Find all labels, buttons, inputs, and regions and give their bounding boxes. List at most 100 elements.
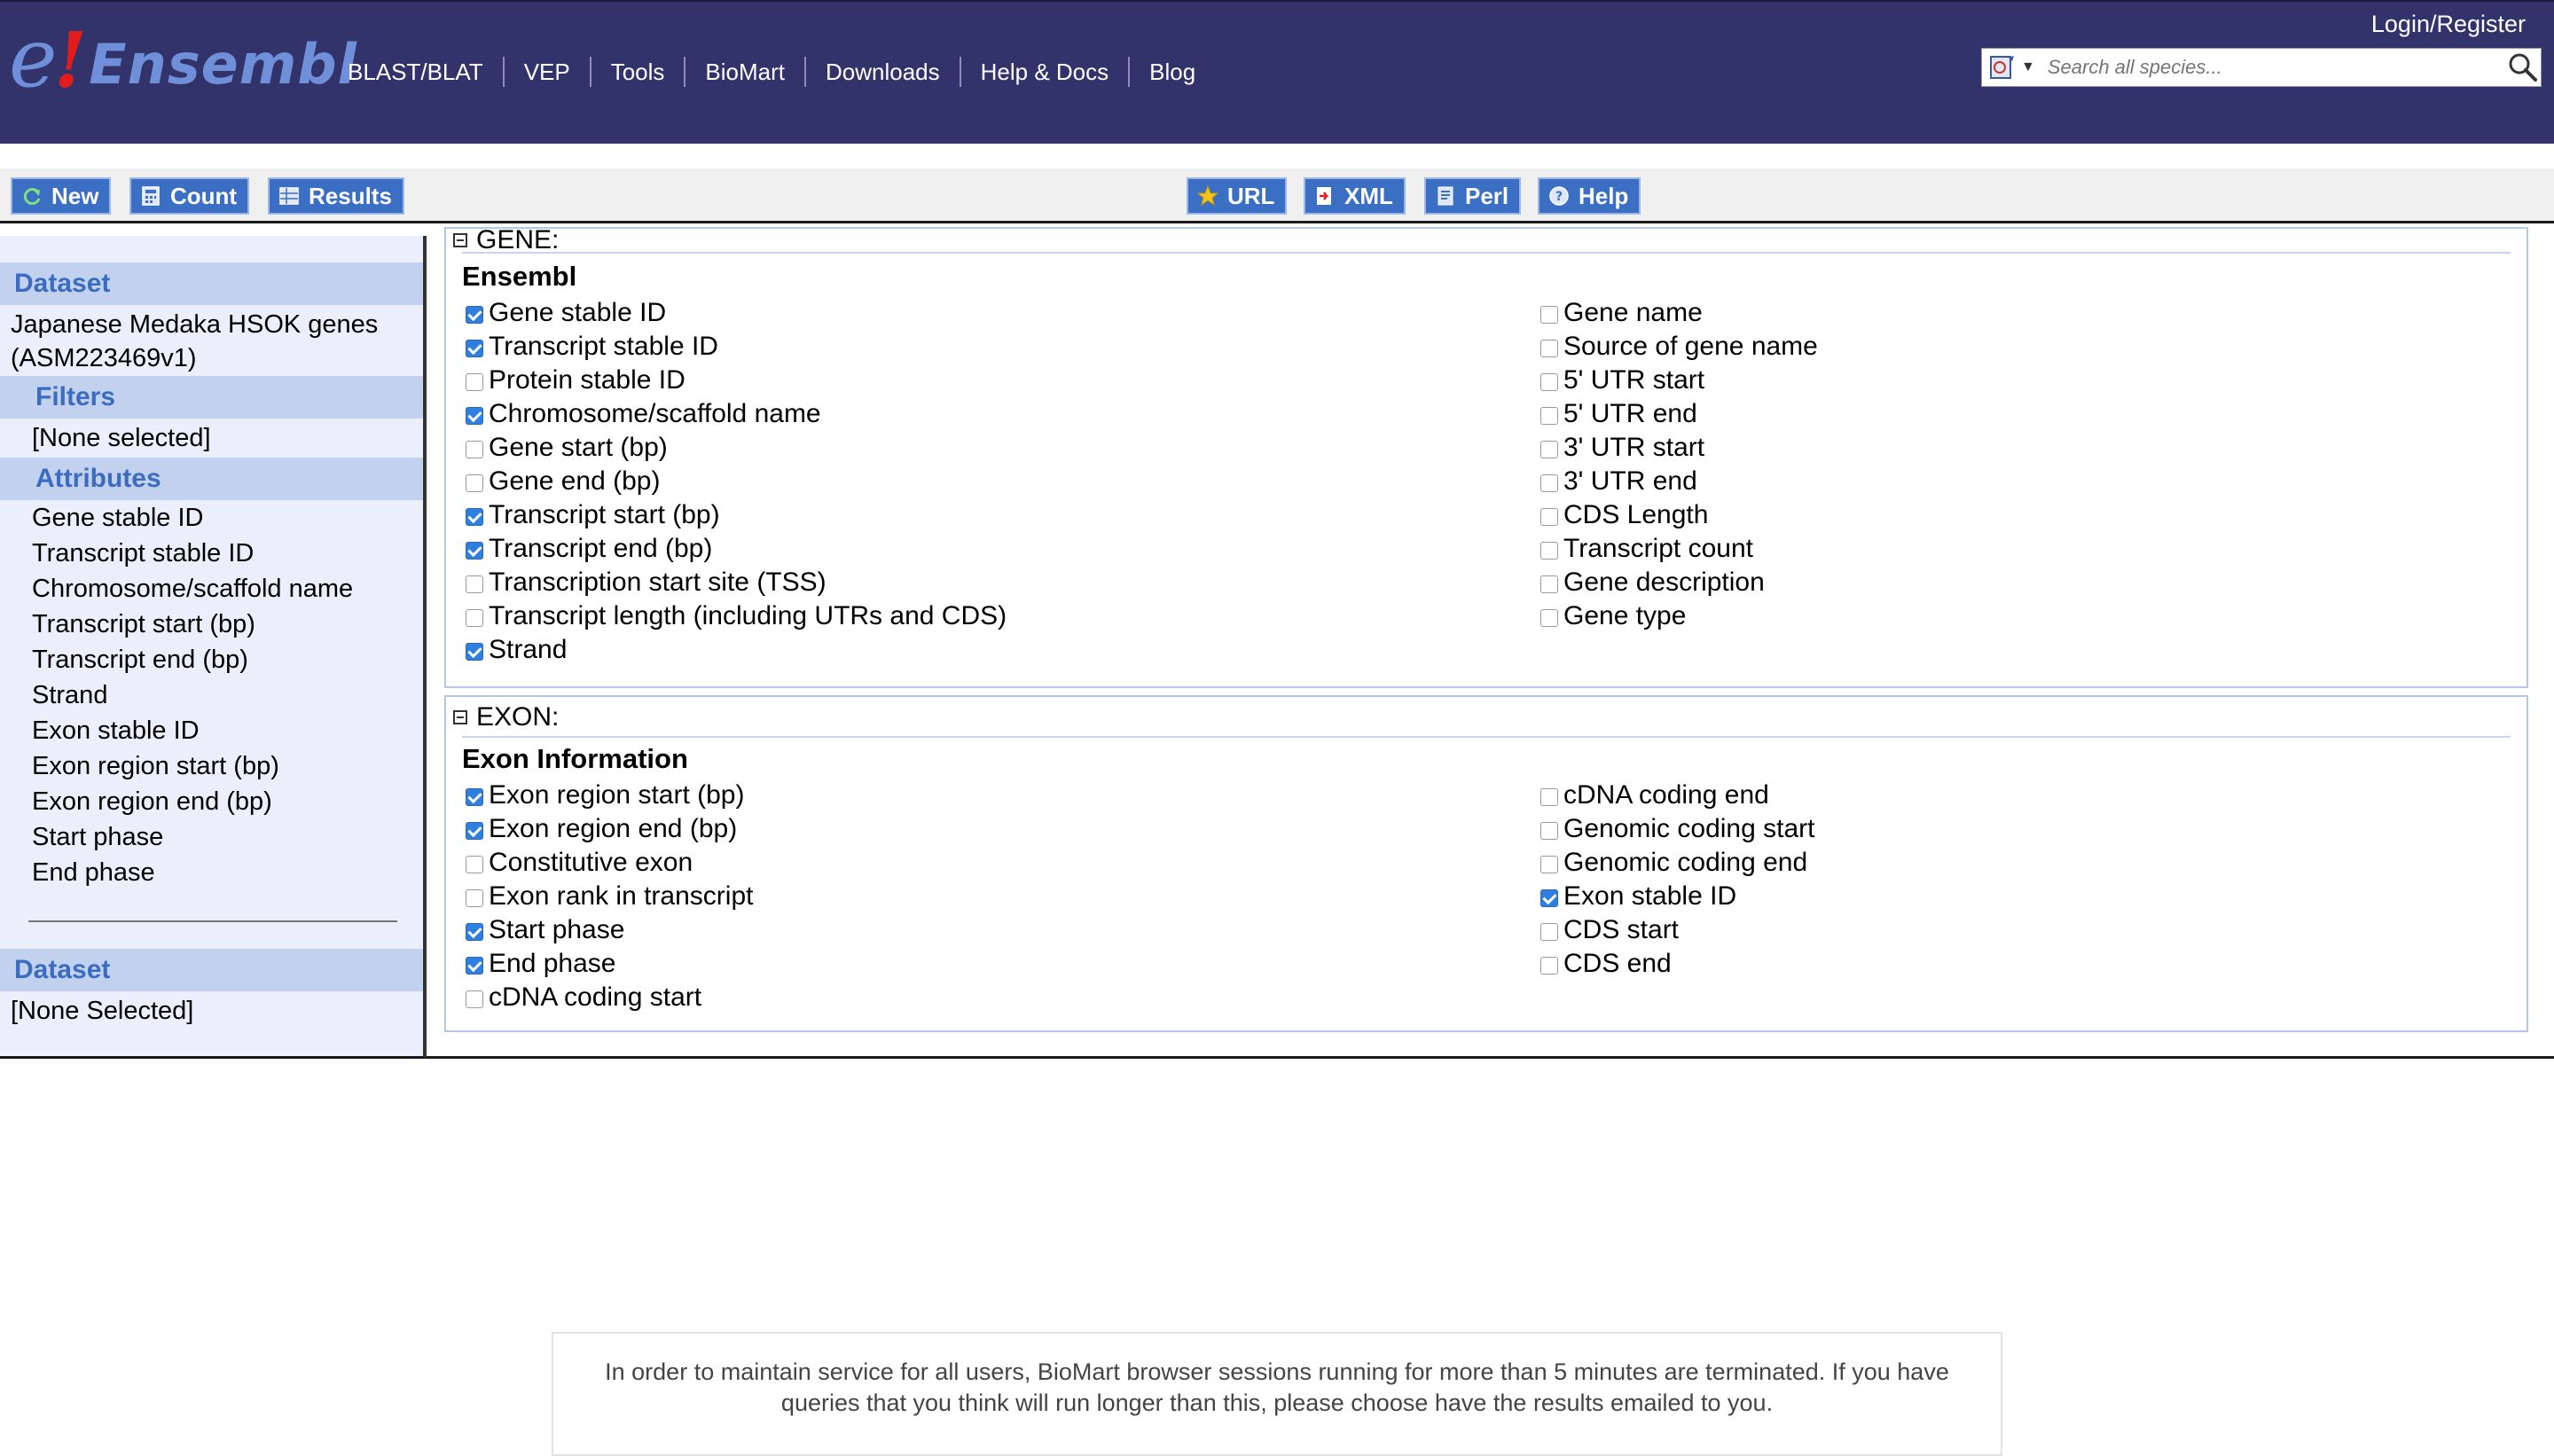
checkbox-unchecked[interactable] (466, 609, 483, 627)
perl-button[interactable]: Perl (1424, 177, 1522, 215)
attribute-option[interactable]: Gene start (bp) (466, 431, 1007, 465)
nav-blast-blat[interactable]: BLAST/BLAT (337, 57, 505, 87)
attribute-option[interactable]: Exon region start (bp) (466, 779, 753, 812)
nav-downloads[interactable]: Downloads (806, 57, 961, 87)
nav-help-docs[interactable]: Help & Docs (961, 57, 1131, 87)
attribute-label[interactable]: CDS Length (1563, 500, 1708, 530)
attribute-label[interactable]: Genomic coding end (1563, 848, 1807, 878)
attribute-option[interactable]: Exon rank in transcript (466, 880, 753, 913)
checkbox-checked[interactable] (466, 340, 483, 357)
attribute-option[interactable]: cDNA coding start (466, 981, 753, 1014)
attribute-option[interactable]: Transcript end (bp) (466, 532, 1007, 566)
checkbox-unchecked[interactable] (466, 889, 483, 907)
attribute-label[interactable]: Constitutive exon (489, 848, 693, 878)
login-register-link[interactable]: Login/Register (2371, 11, 2526, 38)
attribute-label[interactable]: Gene stable ID (489, 298, 666, 328)
exon-section-header[interactable]: EXON: (453, 702, 559, 732)
attribute-option[interactable]: 3' UTR end (1540, 465, 1818, 498)
attribute-option[interactable]: Gene end (bp) (466, 465, 1007, 498)
attribute-label[interactable]: Exon region end (bp) (489, 814, 737, 844)
attribute-option[interactable]: CDS end (1540, 947, 1814, 981)
attribute-label[interactable]: Exon stable ID (1563, 881, 1736, 912)
attribute-option[interactable]: Gene name (1540, 296, 1818, 330)
attribute-option[interactable]: 5' UTR end (1540, 397, 1818, 431)
attribute-option[interactable]: cDNA coding end (1540, 779, 1814, 812)
nav-blog[interactable]: Blog (1130, 57, 1215, 87)
attribute-option[interactable]: Transcript count (1540, 532, 1818, 566)
checkbox-checked[interactable] (466, 923, 483, 941)
attribute-label[interactable]: Gene start (bp) (489, 433, 668, 463)
collapse-icon[interactable] (453, 233, 467, 247)
url-button[interactable]: URL (1187, 177, 1288, 215)
attribute-label[interactable]: Protein stable ID (489, 365, 686, 395)
attribute-label[interactable]: Source of gene name (1563, 332, 1818, 362)
attribute-option[interactable]: Exon region end (bp) (466, 812, 753, 846)
checkbox-unchecked[interactable] (1540, 609, 1558, 627)
checkbox-unchecked[interactable] (466, 575, 483, 593)
attribute-label[interactable]: Transcript length (including UTRs and CD… (489, 601, 1007, 631)
ensembl-logo[interactable]: e! Ensembl (9, 18, 357, 99)
checkbox-checked[interactable] (466, 957, 483, 975)
attribute-option[interactable]: Transcript start (bp) (466, 498, 1007, 532)
attribute-option[interactable]: Constitutive exon (466, 846, 753, 880)
checkbox-unchecked[interactable] (1540, 306, 1558, 324)
attribute-option[interactable]: Source of gene name (1540, 330, 1818, 364)
attribute-option[interactable]: Transcription start site (TSS) (466, 566, 1007, 599)
checkbox-unchecked[interactable] (1540, 407, 1558, 425)
checkbox-unchecked[interactable] (1540, 373, 1558, 391)
nav-vep[interactable]: VEP (505, 57, 591, 87)
checkbox-unchecked[interactable] (1540, 923, 1558, 941)
attribute-option[interactable]: CDS Length (1540, 498, 1818, 532)
checkbox-unchecked[interactable] (466, 441, 483, 458)
checkbox-unchecked[interactable] (466, 990, 483, 1008)
attribute-option[interactable]: Start phase (466, 913, 753, 947)
attribute-label[interactable]: 3' UTR start (1563, 433, 1704, 463)
attribute-option[interactable]: 3' UTR start (1540, 431, 1818, 465)
checkbox-checked[interactable] (466, 643, 483, 661)
attribute-label[interactable]: Transcription start site (TSS) (489, 568, 827, 598)
checkbox-unchecked[interactable] (1540, 508, 1558, 526)
checkbox-checked[interactable] (466, 788, 483, 806)
nav-tools[interactable]: Tools (591, 57, 686, 87)
attribute-label[interactable]: CDS end (1563, 949, 1672, 979)
attribute-option[interactable]: Chromosome/scaffold name (466, 397, 1007, 431)
attribute-option[interactable]: Gene stable ID (466, 296, 1007, 330)
xml-button[interactable]: XML (1304, 177, 1406, 215)
checkbox-unchecked[interactable] (1540, 822, 1558, 840)
attribute-label[interactable]: Transcript stable ID (489, 332, 718, 362)
attribute-label[interactable]: Transcript start (bp) (489, 500, 720, 530)
attribute-option[interactable]: Protein stable ID (466, 364, 1007, 397)
nav-biomart[interactable]: BioMart (686, 57, 806, 87)
search-icon[interactable] (2505, 50, 2541, 85)
checkbox-checked[interactable] (466, 822, 483, 840)
count-button[interactable]: Count (129, 177, 250, 215)
search-input[interactable] (2045, 55, 2505, 80)
checkbox-checked[interactable] (466, 542, 483, 560)
checkbox-unchecked[interactable] (1540, 788, 1558, 806)
attribute-option[interactable]: Genomic coding end (1540, 846, 1814, 880)
attribute-label[interactable]: Gene description (1563, 568, 1765, 598)
attribute-label[interactable]: Gene type (1563, 601, 1686, 631)
checkbox-unchecked[interactable] (1540, 856, 1558, 873)
checkbox-checked[interactable] (1540, 889, 1558, 907)
checkbox-unchecked[interactable] (1540, 542, 1558, 560)
collapse-icon[interactable] (453, 710, 467, 724)
attribute-label[interactable]: 5' UTR start (1563, 365, 1704, 395)
attribute-label[interactable]: Transcript count (1563, 534, 1753, 564)
dataset2-heading[interactable]: Dataset (0, 949, 423, 991)
attribute-option[interactable]: Gene type (1540, 599, 1818, 633)
attribute-label[interactable]: Genomic coding start (1563, 814, 1814, 844)
checkbox-unchecked[interactable] (466, 373, 483, 391)
attribute-option[interactable]: Exon stable ID (1540, 880, 1814, 913)
checkbox-unchecked[interactable] (1540, 340, 1558, 357)
results-button[interactable]: Results (268, 177, 404, 215)
attribute-option[interactable]: CDS start (1540, 913, 1814, 947)
attribute-option[interactable]: Gene description (1540, 566, 1818, 599)
checkbox-unchecked[interactable] (1540, 474, 1558, 492)
checkbox-checked[interactable] (466, 306, 483, 324)
attribute-label[interactable]: 5' UTR end (1563, 399, 1697, 429)
attribute-label[interactable]: End phase (489, 949, 615, 979)
checkbox-checked[interactable] (466, 508, 483, 526)
attribute-label[interactable]: Strand (489, 635, 567, 665)
attribute-label[interactable]: Chromosome/scaffold name (489, 399, 821, 429)
